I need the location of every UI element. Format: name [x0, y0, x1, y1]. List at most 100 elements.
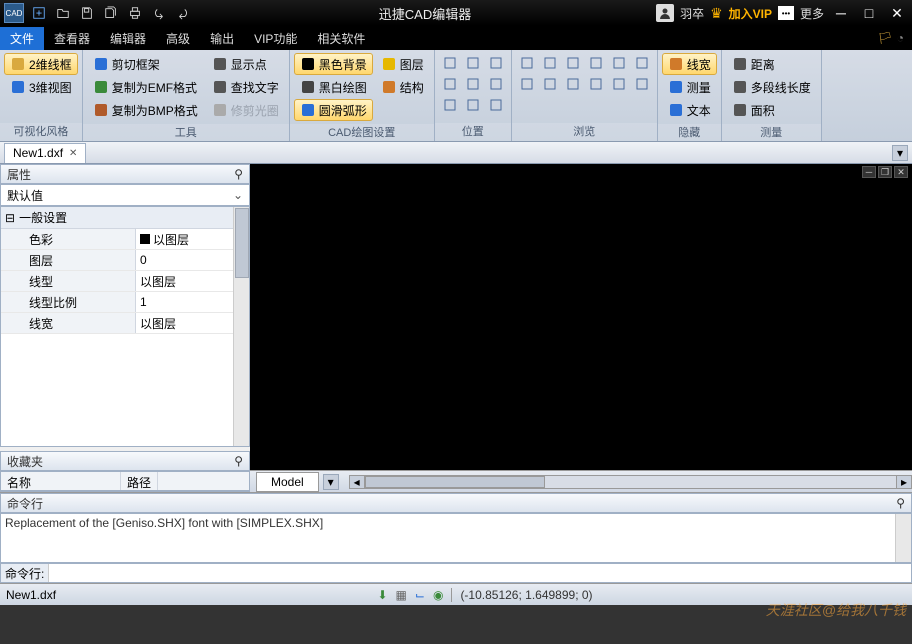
- ribbon-显示点[interactable]: 显示点: [206, 53, 285, 75]
- ribbon-多段线长度[interactable]: 多段线长度: [726, 76, 817, 98]
- more-icon[interactable]: •••: [778, 6, 794, 20]
- maximize-icon[interactable]: □: [858, 4, 880, 22]
- nav-icon[interactable]: [439, 74, 461, 94]
- nav-icon[interactable]: [516, 74, 538, 94]
- ribbon-2维线框[interactable]: 2维线框: [4, 53, 78, 75]
- ribbon-黑白绘图[interactable]: 黑白绘图: [294, 76, 373, 98]
- prop-row[interactable]: 线型比例1: [1, 292, 249, 313]
- drawing-canvas[interactable]: ─ ❐ ✕: [250, 164, 912, 470]
- status-icon-polar[interactable]: ◉: [433, 588, 443, 602]
- ribbon-线宽[interactable]: 线宽: [662, 53, 717, 75]
- save-icon[interactable]: [76, 3, 98, 23]
- canvas-min-icon[interactable]: ─: [862, 166, 876, 178]
- menu-查看器[interactable]: 查看器: [44, 27, 100, 50]
- prop-row[interactable]: 线宽以图层: [1, 313, 249, 334]
- model-tab[interactable]: Model: [256, 472, 319, 492]
- canvas-area: ─ ❐ ✕ Model ▾ ◂ ▸: [250, 164, 912, 492]
- help-icon[interactable]: ◔: [897, 31, 904, 45]
- collapse-icon[interactable]: ⊟: [5, 211, 15, 225]
- nav-icon[interactable]: [585, 53, 607, 73]
- tab-menu-icon[interactable]: ▾: [892, 145, 908, 161]
- scroll-thumb[interactable]: [365, 476, 545, 488]
- ribbon-复制为BMP格式[interactable]: 复制为BMP格式: [87, 99, 204, 121]
- nav-icon[interactable]: [608, 53, 630, 73]
- properties-combo[interactable]: 默认值 ⌄: [0, 184, 250, 206]
- vip-button[interactable]: 加入VIP: [729, 5, 772, 22]
- more-label[interactable]: 更多: [800, 5, 824, 22]
- minimize-icon[interactable]: ─: [830, 4, 852, 22]
- user-icon[interactable]: [656, 4, 674, 22]
- new-icon[interactable]: [28, 3, 50, 23]
- menu-文件[interactable]: 文件: [0, 27, 44, 50]
- nav-icon[interactable]: [539, 74, 561, 94]
- document-tab[interactable]: New1.dxf ✕: [4, 143, 86, 163]
- nav-icon[interactable]: [462, 53, 484, 73]
- ribbon-测量[interactable]: 测量: [662, 76, 717, 98]
- nav-icon[interactable]: [485, 74, 507, 94]
- ribbon-黑色背景[interactable]: 黑色背景: [294, 53, 373, 75]
- fav-col-name[interactable]: 名称: [1, 472, 121, 490]
- pin-icon[interactable]: ⚲: [234, 454, 243, 468]
- h-scrollbar[interactable]: ◂ ▸: [349, 475, 912, 489]
- ribbon-group-位置: 位置: [435, 50, 512, 141]
- open-icon[interactable]: [52, 3, 74, 23]
- command-input[interactable]: [49, 564, 911, 582]
- prop-section[interactable]: ⊟一般设置: [1, 207, 249, 229]
- nav-icon[interactable]: [562, 53, 584, 73]
- canvas-restore-icon[interactable]: ❐: [878, 166, 892, 178]
- prop-row[interactable]: 图层0: [1, 250, 249, 271]
- model-menu-icon[interactable]: ▾: [323, 474, 339, 490]
- nav-icon[interactable]: [485, 95, 507, 115]
- print-icon[interactable]: [124, 3, 146, 23]
- cmd-scrollbar[interactable]: [895, 514, 911, 562]
- nav-icon[interactable]: [562, 74, 584, 94]
- nav-icon[interactable]: [462, 95, 484, 115]
- nav-icon[interactable]: [608, 74, 630, 94]
- nav-icon[interactable]: [439, 95, 461, 115]
- nav-icon[interactable]: [516, 53, 538, 73]
- ribbon-图层[interactable]: 图层: [375, 53, 430, 75]
- ribbon-面积[interactable]: 面积: [726, 99, 817, 121]
- tab-close-icon[interactable]: ✕: [69, 148, 77, 159]
- scroll-thumb[interactable]: [235, 208, 249, 278]
- save-all-icon[interactable]: [100, 3, 122, 23]
- ribbon-圆滑弧形[interactable]: 圆滑弧形: [294, 99, 373, 121]
- prop-scrollbar[interactable]: [233, 207, 249, 446]
- prop-row[interactable]: 线型以图层: [1, 271, 249, 292]
- status-icon-ortho[interactable]: ⌙: [415, 588, 425, 602]
- fav-col-path[interactable]: 路径: [121, 472, 158, 490]
- nav-icon[interactable]: [462, 74, 484, 94]
- menu-编辑器[interactable]: 编辑器: [100, 27, 156, 50]
- nav-icon[interactable]: [439, 53, 461, 73]
- ribbon-距离[interactable]: 距离: [726, 53, 817, 75]
- status-icon-grid[interactable]: ▦: [396, 588, 407, 602]
- ribbon-3维视图[interactable]: 3维视图: [4, 76, 78, 98]
- ribbon-复制为EMF格式[interactable]: 复制为EMF格式: [87, 76, 204, 98]
- pin-icon[interactable]: ⚲: [896, 496, 905, 510]
- menu-相关软件[interactable]: 相关软件: [307, 27, 375, 50]
- menu-VIP功能[interactable]: VIP功能: [244, 27, 307, 50]
- undo-icon[interactable]: [148, 3, 170, 23]
- nav-icon[interactable]: [585, 74, 607, 94]
- nav-icon[interactable]: [485, 53, 507, 73]
- canvas-close-icon[interactable]: ✕: [894, 166, 908, 178]
- redo-icon[interactable]: [172, 3, 194, 23]
- scroll-left-icon[interactable]: ◂: [349, 475, 365, 489]
- ribbon-修剪光圈[interactable]: 修剪光圈: [206, 99, 285, 121]
- status-file: New1.dxf: [6, 588, 56, 602]
- menu-输出[interactable]: 输出: [200, 27, 244, 50]
- nav-icon[interactable]: [631, 53, 653, 73]
- nav-icon[interactable]: [631, 74, 653, 94]
- flag-icon[interactable]: 🏳: [878, 31, 893, 45]
- scroll-right-icon[interactable]: ▸: [896, 475, 912, 489]
- nav-icon[interactable]: [539, 53, 561, 73]
- menu-高级[interactable]: 高级: [156, 27, 200, 50]
- ribbon-剪切框架[interactable]: 剪切框架: [87, 53, 204, 75]
- ribbon-文本[interactable]: 文本: [662, 99, 717, 121]
- close-icon[interactable]: ✕: [886, 4, 908, 22]
- pin-icon[interactable]: ⚲: [234, 167, 243, 181]
- ribbon-查找文字[interactable]: 查找文字: [206, 76, 285, 98]
- prop-row[interactable]: 色彩以图层: [1, 229, 249, 250]
- ribbon-结构[interactable]: 结构: [375, 76, 430, 98]
- status-icon-snap[interactable]: ⬇: [377, 588, 387, 602]
